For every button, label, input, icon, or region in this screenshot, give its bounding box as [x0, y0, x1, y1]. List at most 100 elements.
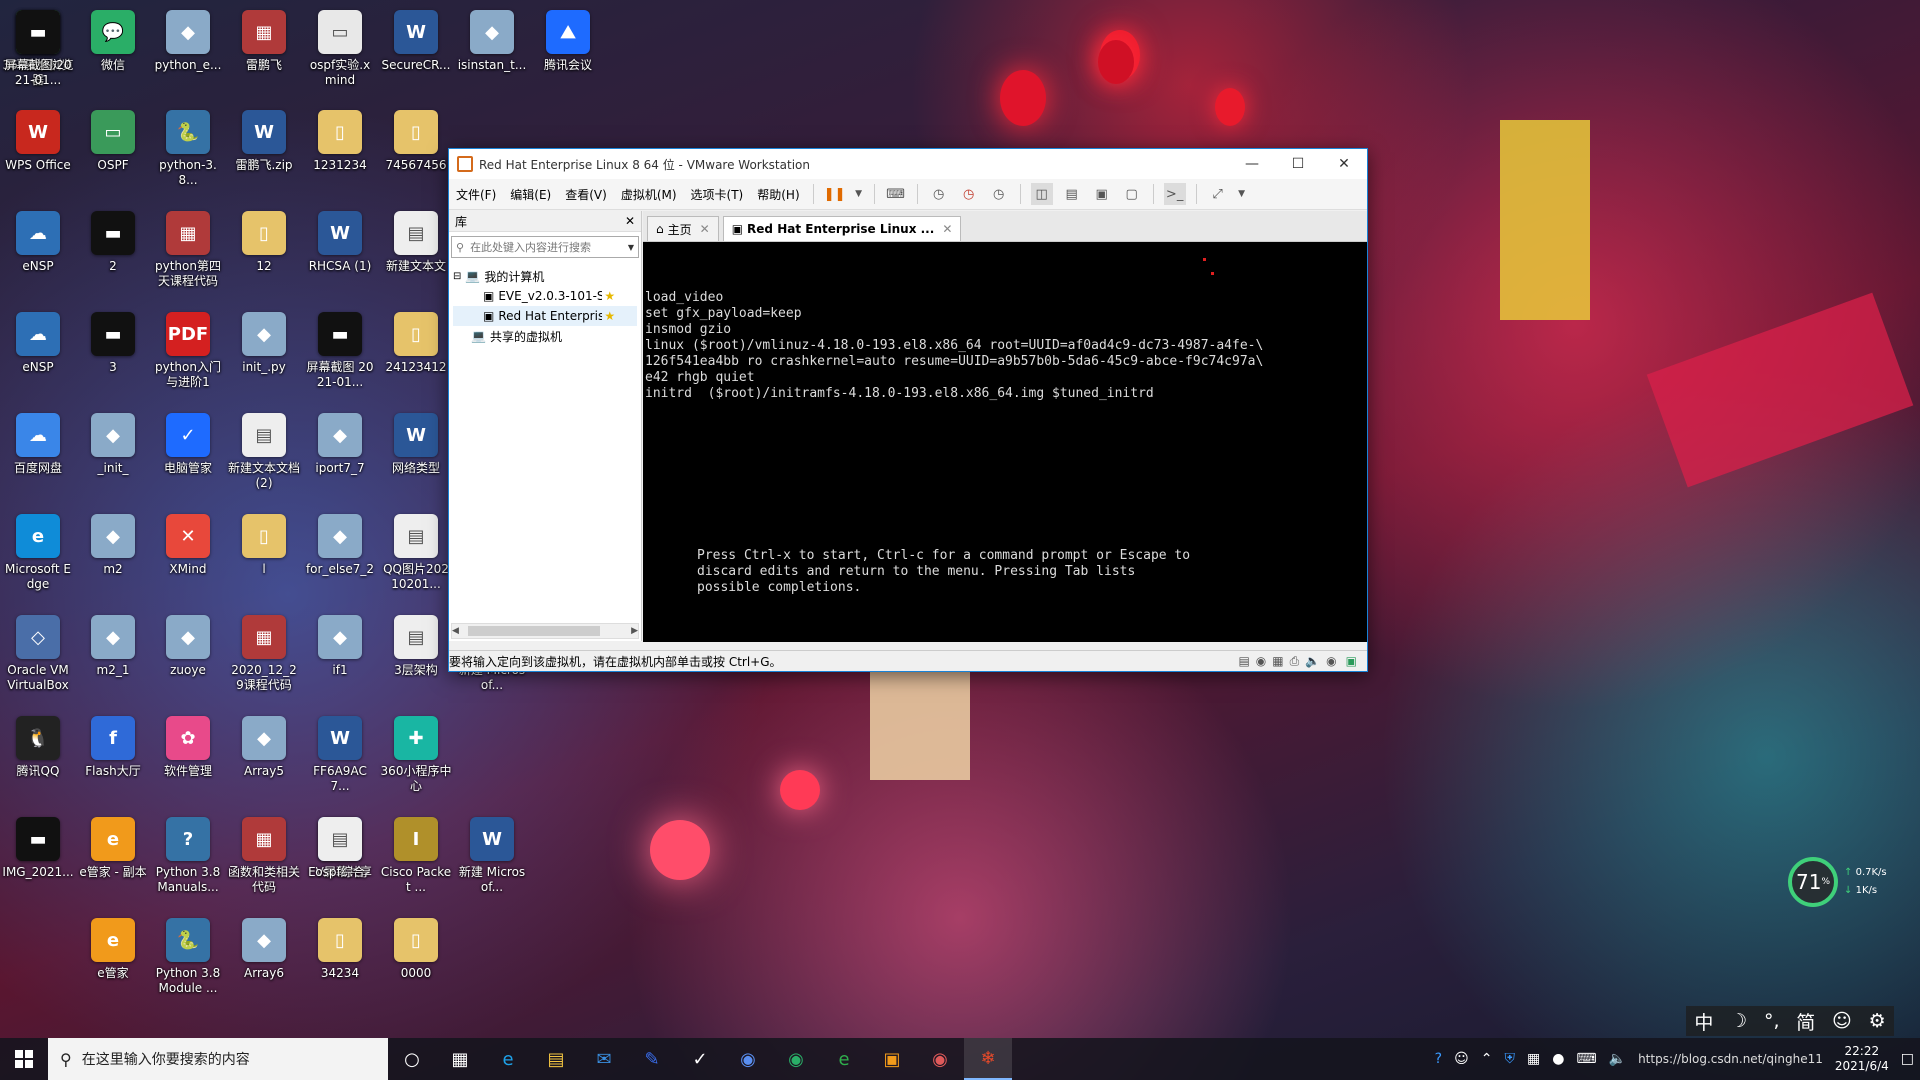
- active-app-icon[interactable]: ❄: [964, 1038, 1012, 1080]
- library-horizontal-scrollbar[interactable]: ◀ ▶: [451, 623, 639, 639]
- desktop-icon[interactable]: ▯ 12: [228, 207, 300, 303]
- tab-vm[interactable]: ▣ Red Hat Enterprise Linux ... ✕: [722, 216, 962, 241]
- desktop-icon[interactable]: ▯ 74567456: [380, 106, 452, 202]
- desktop-icon[interactable]: W 新建 Microsof...: [456, 813, 528, 909]
- desktop-icon[interactable]: ▬ 2: [77, 207, 149, 303]
- file-explorer-icon[interactable]: ▤: [532, 1038, 580, 1080]
- gear-icon[interactable]: ⚙: [1869, 1010, 1886, 1032]
- menu-view[interactable]: 查看(V): [558, 186, 614, 203]
- desktop-icon[interactable]: ◆ _init_: [77, 409, 149, 505]
- desktop-icon[interactable]: ☁ eNSP: [2, 308, 74, 404]
- desktop-icon[interactable]: ▬ 3: [77, 308, 149, 404]
- desktop-icon[interactable]: e e管家: [77, 914, 149, 1010]
- send-keys-icon[interactable]: ⌨: [885, 183, 907, 205]
- console-view-icon[interactable]: >_: [1163, 183, 1186, 205]
- snapshot-manager-icon[interactable]: ◷: [988, 183, 1010, 205]
- desktop-icon[interactable]: ✿ 软件管理: [152, 712, 224, 808]
- desktop-icon[interactable]: 🐍 python-3.8...: [152, 106, 224, 202]
- desktop-icon[interactable]: ◆ for_else7_2: [304, 510, 376, 606]
- collapse-icon[interactable]: ⊟: [453, 271, 461, 282]
- menu-edit[interactable]: 编辑(E): [503, 186, 558, 203]
- window-titlebar[interactable]: Red Hat Enterprise Linux 8 64 位 - VMware…: [449, 149, 1367, 179]
- desktop-icon[interactable]: W SecureCR...: [380, 6, 452, 102]
- menu-help[interactable]: 帮助(H): [750, 186, 806, 203]
- cdrom-icon[interactable]: ◉: [1256, 654, 1266, 668]
- desktop-icon[interactable]: ☁ eNSP: [2, 207, 74, 303]
- close-button[interactable]: ✕: [1321, 149, 1367, 179]
- moon-icon[interactable]: ☽: [1730, 1010, 1747, 1032]
- menu-tabs[interactable]: 选项卡(T): [684, 186, 751, 203]
- desktop-icon[interactable]: ◆ zuoye: [152, 611, 224, 707]
- vm-console[interactable]: load_video set gfx_payload=keep insmod gzi…: [643, 242, 1367, 642]
- desktop-icon[interactable]: W RHCSA (1): [304, 207, 376, 303]
- emoji-icon[interactable]: ☺: [1832, 1010, 1852, 1032]
- desktop-icon[interactable]: ◆ Array5: [228, 712, 300, 808]
- display-icon[interactable]: ◉: [1326, 654, 1336, 668]
- close-tab-icon[interactable]: ✕: [942, 222, 952, 236]
- mail-icon[interactable]: ✉: [580, 1038, 628, 1080]
- desktop-icon[interactable]: ☁ 百度网盘: [2, 409, 74, 505]
- desktop-icon[interactable]: ? Python 3.8 Manuals...: [152, 813, 224, 909]
- desktop-icon[interactable]: ✕ XMind: [152, 510, 224, 606]
- chevron-down-icon[interactable]: ▼: [854, 183, 864, 205]
- close-icon[interactable]: ✕: [625, 214, 635, 228]
- punctuation-icon[interactable]: °,: [1764, 1010, 1780, 1032]
- desktop-icon[interactable]: ▯ 34234: [304, 914, 376, 1010]
- desktop-icon[interactable]: ◆ m2_1: [77, 611, 149, 707]
- desktop-icon[interactable]: 💬 微信: [77, 6, 149, 102]
- paint-icon[interactable]: ◉: [916, 1038, 964, 1080]
- desktop-icon[interactable]: ▤ ospf综合: [304, 813, 376, 909]
- task-view-icon[interactable]: ▦: [436, 1038, 484, 1080]
- ime-simplified[interactable]: 简: [1796, 1008, 1815, 1035]
- tree-node-my-computer[interactable]: ⊟ 💻 我的计算机: [453, 266, 637, 286]
- desktop-icon[interactable]: ▤ 3层架构: [380, 611, 452, 707]
- favorite-star-icon[interactable]: ★: [604, 309, 615, 323]
- desktop-icon[interactable]: ▭ ospf实验.xmind: [304, 6, 376, 102]
- start-button[interactable]: [0, 1038, 48, 1080]
- menu-vm[interactable]: 虚拟机(M): [614, 186, 684, 203]
- qq-icon[interactable]: ●: [1546, 1051, 1570, 1067]
- sidebar-toggle-icon[interactable]: ◫: [1030, 183, 1053, 205]
- desktop-icon[interactable]: f Flash大厅: [77, 712, 149, 808]
- help-icon[interactable]: ?: [1429, 1051, 1448, 1067]
- cortana-icon[interactable]: ○: [388, 1038, 436, 1080]
- desktop-icon[interactable]: ▬ IMG_2021...: [2, 813, 74, 909]
- maximize-button[interactable]: ☐: [1275, 149, 1321, 179]
- chevron-up-icon[interactable]: ⌃: [1475, 1051, 1499, 1067]
- desktop-icon[interactable]: ▤ 新建文本文: [380, 207, 452, 303]
- pause-icon[interactable]: ❚❚: [824, 183, 846, 205]
- desktop-icon[interactable]: ◆ iport7_7: [304, 409, 376, 505]
- unity-icon[interactable]: ▢: [1121, 183, 1143, 205]
- chevron-down-icon[interactable]: ▼: [628, 243, 634, 252]
- fullscreen-icon[interactable]: ▣: [1091, 183, 1113, 205]
- taskbar-search-box[interactable]: ⚲ 在这里输入你要搜索的内容: [48, 1038, 388, 1080]
- clock[interactable]: 22:22 2021/6/4: [1829, 1044, 1895, 1074]
- desktop-icon[interactable]: ▬ 屏幕截图 2021-01...: [2, 6, 74, 102]
- scroll-right-icon[interactable]: ▶: [631, 626, 638, 636]
- tree-node-shared[interactable]: 💻 共享的虚拟机: [453, 326, 637, 346]
- desktop-icon[interactable]: ⛰ 腾讯会议: [532, 6, 604, 102]
- 360-browser-icon[interactable]: e: [820, 1038, 868, 1080]
- desktop-icon[interactable]: ◆ Array6: [228, 914, 300, 1010]
- shield-icon[interactable]: ⛨: [1498, 1051, 1521, 1067]
- ime-mode-chinese[interactable]: 中: [1694, 1008, 1713, 1035]
- desktop-icon[interactable]: ▤ QQ图片20210201...: [380, 510, 452, 606]
- volume-icon[interactable]: 🔈: [1603, 1051, 1632, 1067]
- minimize-button[interactable]: —: [1229, 149, 1275, 179]
- desktop-icon[interactable]: ◆ m2: [77, 510, 149, 606]
- desktop-icon[interactable]: W WPS Office: [2, 106, 74, 202]
- desktop-icon[interactable]: ◆ isinstan_t...: [456, 6, 528, 102]
- keyboard-icon[interactable]: ⌨: [1570, 1051, 1602, 1067]
- desktop-icon[interactable]: 🐍 Python 3.8 Module ...: [152, 914, 224, 1010]
- desktop-icon[interactable]: e Microsoft Edge: [2, 510, 74, 606]
- desktop-icon[interactable]: ◆ init_.py: [228, 308, 300, 404]
- desktop-icon[interactable]: ▯ 1231234: [304, 106, 376, 202]
- message-icon[interactable]: ▣: [1346, 654, 1357, 668]
- tree-node-vm-eve[interactable]: ▣ EVE_v2.0.3-101-SI ★: [453, 286, 637, 306]
- desktop-icon[interactable]: ▬ 屏幕截图 2021-01...: [304, 308, 376, 404]
- desktop-icon[interactable]: ▯ 0000: [380, 914, 452, 1010]
- scrollbar-thumb[interactable]: [468, 626, 600, 636]
- desktop-icon[interactable]: ▦ python第四天课程代码: [152, 207, 224, 303]
- browser-icon[interactable]: ◉: [724, 1038, 772, 1080]
- desktop-icon[interactable]: W FF6A9AC7...: [304, 712, 376, 808]
